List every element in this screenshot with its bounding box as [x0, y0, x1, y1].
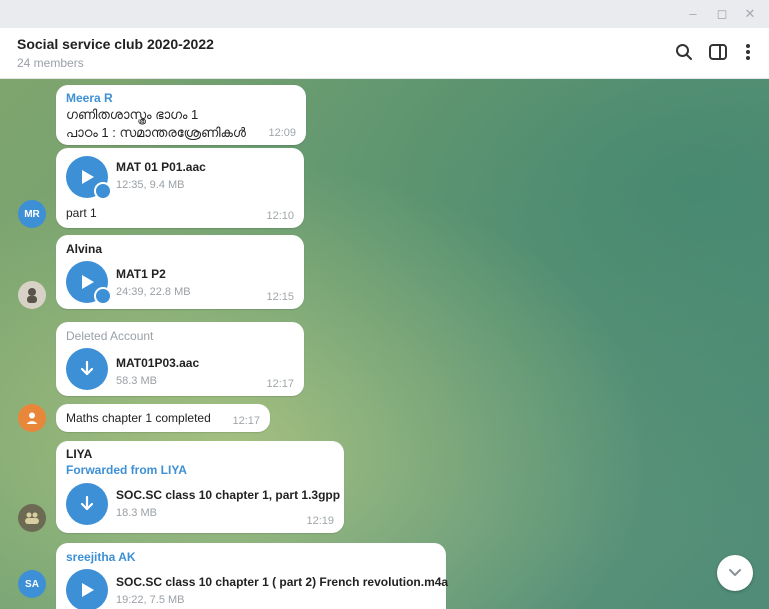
close-button[interactable]: ✕ — [740, 5, 760, 23]
sender-name[interactable]: Meera R — [66, 91, 113, 105]
group-photo-icon — [25, 512, 39, 524]
chevron-down-icon — [729, 569, 741, 576]
message-time: 12:10 — [266, 210, 294, 222]
minimize-button[interactable]: – — [683, 5, 703, 23]
forwarded-from-label[interactable]: Forwarded from LIYA — [66, 463, 187, 477]
sender-name[interactable]: LIYA — [66, 447, 92, 461]
message-bubble[interactable]: sreejitha AK SOC.SC class 10 chapter 1 (… — [56, 543, 448, 609]
download-button[interactable] — [66, 348, 108, 390]
message-bubble[interactable]: MAT 01 P01.aac 12:35, 9.4 MB part 1 12:1… — [56, 148, 304, 228]
avatar[interactable] — [18, 504, 46, 532]
avatar[interactable]: SA — [18, 570, 46, 598]
message-bubble[interactable]: Maths chapter 1 completed 12:17 — [56, 404, 270, 432]
message-bubble[interactable]: Meera R ഗണിതശാസ്ത്രം ഭാഗം 1 പാഠം 1 : സമാ… — [56, 85, 306, 145]
play-icon — [82, 275, 94, 289]
message-time: 12:17 — [232, 415, 260, 427]
file-name[interactable]: MAT01P03.aac — [116, 356, 199, 370]
message-text: Maths chapter 1 completed — [66, 411, 211, 425]
play-icon — [82, 170, 94, 184]
play-button[interactable] — [66, 156, 112, 200]
app-window: – ◻ ✕ Social service club 2020-2022 24 m… — [0, 0, 769, 609]
message-bubble[interactable]: Deleted Account MAT01P03.aac 58.3 MB 12:… — [56, 322, 304, 396]
file-name[interactable]: SOC.SC class 10 chapter 1 ( part 2) Fren… — [116, 575, 448, 589]
message-time: 12:09 — [268, 127, 296, 139]
deleted-account-icon — [26, 412, 38, 424]
avatar-initials: MR — [24, 208, 40, 220]
restore-button[interactable]: ◻ — [712, 5, 732, 23]
file-meta: 24:39, 22.8 MB — [116, 286, 191, 298]
file-meta: 18.3 MB — [116, 507, 157, 519]
file-name[interactable]: MAT 01 P01.aac — [116, 160, 206, 174]
avatar[interactable] — [18, 404, 46, 432]
play-button[interactable] — [66, 261, 112, 305]
message-time: 12:15 — [266, 291, 294, 303]
download-badge-icon — [94, 287, 112, 305]
message-caption: part 1 — [66, 206, 97, 220]
window-titlebar: – ◻ ✕ — [0, 0, 769, 28]
file-meta: 58.3 MB — [116, 375, 157, 387]
file-meta: 19:22, 7.5 MB — [116, 594, 185, 606]
scroll-to-bottom-button[interactable] — [717, 555, 753, 591]
more-vertical-icon[interactable] — [736, 40, 760, 64]
file-meta: 12:35, 9.4 MB — [116, 179, 185, 191]
sender-name[interactable]: Alvina — [66, 242, 102, 256]
chat-title[interactable]: Social service club 2020-2022 — [17, 36, 214, 52]
play-button[interactable] — [66, 569, 108, 609]
file-name[interactable]: MAT1 P2 — [116, 267, 166, 281]
chat-header[interactable]: Social service club 2020-2022 24 members — [0, 28, 769, 79]
message-time: 12:17 — [266, 378, 294, 390]
play-icon — [82, 583, 94, 597]
sidebar-toggle-icon[interactable] — [706, 40, 730, 64]
file-name[interactable]: SOC.SC class 10 chapter 1, part 1.3gpp — [116, 488, 340, 502]
member-count: 24 members — [17, 56, 84, 70]
chat-area[interactable]: Meera R ഗണിതശാസ്ത്രം ഭാഗം 1 പാഠം 1 : സമാ… — [0, 79, 769, 609]
message-text: പാഠം 1 : സമാന്തരശ്രേണികൾ — [66, 125, 246, 140]
download-arrow-icon — [80, 495, 94, 511]
message-bubble[interactable]: LIYA Forwarded from LIYA SOC.SC class 10… — [56, 441, 344, 533]
download-badge-icon — [94, 182, 112, 200]
message-text: ഗണിതശാസ്ത്രം ഭാഗം 1 — [66, 107, 199, 122]
download-arrow-icon — [80, 360, 94, 376]
download-button[interactable] — [66, 483, 108, 525]
avatar-initials: SA — [25, 578, 39, 590]
sender-name[interactable]: sreejitha AK — [66, 550, 136, 564]
avatar[interactable] — [18, 281, 46, 309]
search-icon[interactable] — [672, 40, 696, 64]
sender-name[interactable]: Deleted Account — [66, 329, 153, 343]
user-photo-icon — [27, 288, 37, 303]
message-bubble[interactable]: Alvina MAT1 P2 24:39, 22.8 MB 12:15 — [56, 235, 304, 309]
message-time: 12:19 — [306, 515, 334, 527]
avatar[interactable]: MR — [18, 200, 46, 228]
